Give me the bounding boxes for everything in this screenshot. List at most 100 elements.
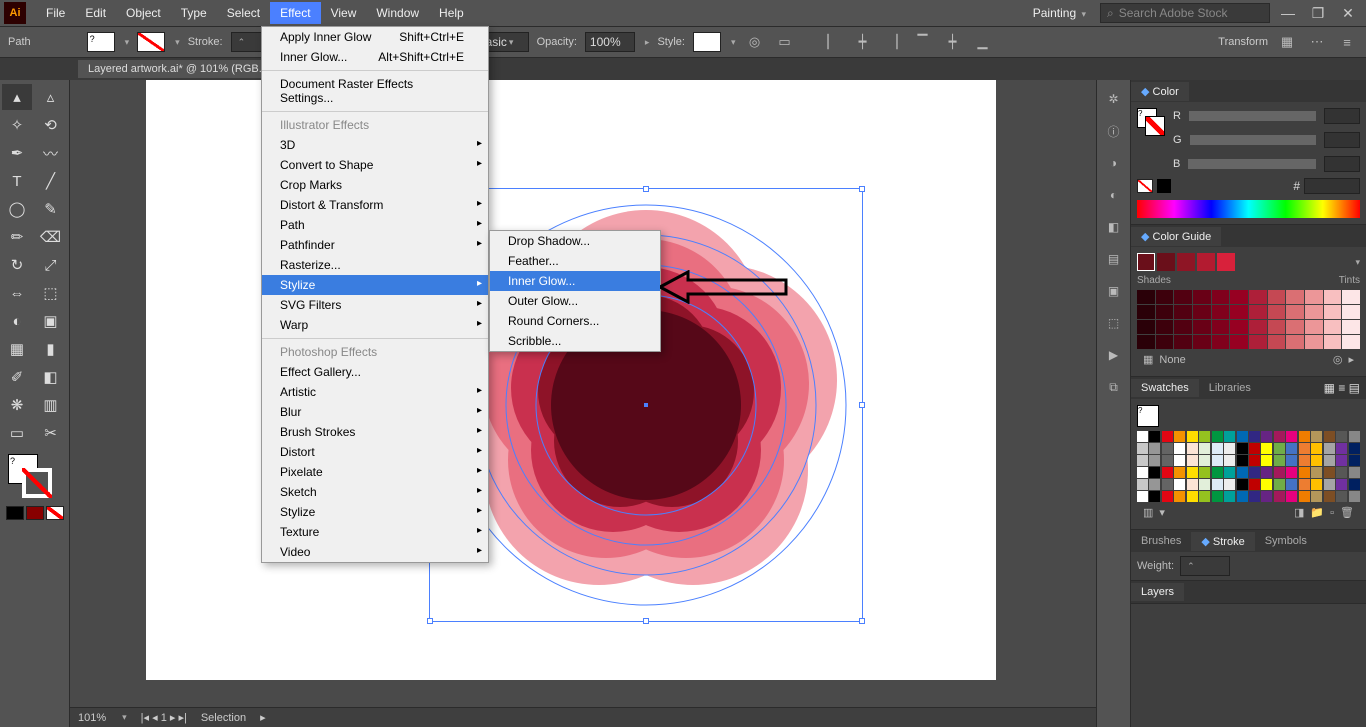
line-tool[interactable]: ╱: [36, 168, 66, 194]
window-close[interactable]: ✕: [1336, 4, 1360, 22]
effect-warp[interactable]: Warp: [262, 315, 488, 335]
tab-swatches[interactable]: Swatches: [1131, 379, 1199, 397]
eraser-tool[interactable]: ⌫: [36, 224, 66, 250]
mesh-tool[interactable]: ▦: [2, 336, 32, 362]
transform-panel-icon[interactable]: ⬚: [1103, 312, 1125, 334]
bw-btn[interactable]: [1157, 179, 1171, 193]
align-top-icon[interactable]: ▔: [912, 32, 934, 52]
effect-ps-artistic[interactable]: Artistic: [262, 382, 488, 402]
menu-last-effect[interactable]: Inner Glow...Alt+Shift+Ctrl+E: [262, 47, 488, 67]
stylize-feather-[interactable]: Feather...: [490, 251, 660, 271]
new-group-icon[interactable]: 📁: [1310, 506, 1324, 519]
zoom-level[interactable]: 101%: [78, 712, 106, 724]
tab-layers[interactable]: Layers: [1131, 583, 1184, 601]
b-value[interactable]: [1324, 156, 1360, 172]
transform-label[interactable]: Transform: [1218, 36, 1268, 48]
menu-object[interactable]: Object: [116, 2, 171, 24]
effect-distort-transform[interactable]: Distort & Transform: [262, 195, 488, 215]
hex-input[interactable]: [1304, 178, 1360, 194]
fill-swatch[interactable]: [87, 32, 115, 52]
edit-colors-icon[interactable]: ◎: [1333, 353, 1343, 366]
workspace-switcher[interactable]: Painting ▾: [1025, 3, 1094, 23]
effect-ps-stylize[interactable]: Stylize: [262, 502, 488, 522]
window-minimize[interactable]: —: [1276, 4, 1300, 22]
selection-tool[interactable]: ▴: [2, 84, 32, 110]
align-icon[interactable]: ▭: [774, 32, 796, 52]
canvas[interactable]: [70, 80, 1096, 727]
effect-convert-to-shape[interactable]: Convert to Shape: [262, 155, 488, 175]
pathfinder-panel-icon[interactable]: ▣: [1103, 280, 1125, 302]
tab-color-guide[interactable]: ◆ Color Guide: [1131, 227, 1221, 246]
panel-menu-icon[interactable]: ≡: [1336, 32, 1358, 52]
none-color-btn[interactable]: [1137, 179, 1153, 193]
stroke-swatch[interactable]: [137, 32, 165, 52]
tab-symbols[interactable]: Symbols: [1255, 532, 1317, 550]
slice-tool[interactable]: ✂: [36, 420, 66, 446]
swatch-menu-icon[interactable]: ▾: [1159, 506, 1165, 519]
effect-crop-marks[interactable]: Crop Marks: [262, 175, 488, 195]
actions-icon[interactable]: ▶: [1103, 344, 1125, 366]
effect-svg-filters[interactable]: SVG Filters: [262, 295, 488, 315]
effect-rasterize-[interactable]: Rasterize...: [262, 255, 488, 275]
swatch-grid[interactable]: [1137, 431, 1360, 502]
effect-ps-effect-gallery-[interactable]: Effect Gallery...: [262, 362, 488, 382]
magic-wand-tool[interactable]: ✧: [2, 112, 32, 138]
window-restore[interactable]: ❐: [1306, 4, 1330, 22]
gradient-mode-btn[interactable]: [26, 506, 44, 520]
scale-tool[interactable]: ⤢: [36, 252, 66, 278]
tab-stroke[interactable]: ◆ Stroke: [1191, 532, 1254, 551]
stylize-round-corners-[interactable]: Round Corners...: [490, 311, 660, 331]
r-slider[interactable]: [1189, 111, 1316, 121]
menu-effect[interactable]: Effect: [270, 2, 320, 24]
harmony-row[interactable]: ▾: [1137, 253, 1360, 271]
more-icon[interactable]: ⋯: [1306, 32, 1328, 52]
transparency-icon[interactable]: ◧: [1103, 216, 1125, 238]
effect-ps-blur[interactable]: Blur: [262, 402, 488, 422]
menu-window[interactable]: Window: [366, 2, 429, 24]
color-mode-btn[interactable]: [6, 506, 24, 520]
isolate-icon[interactable]: ▦: [1276, 32, 1298, 52]
align-vcenter-icon[interactable]: ┿: [942, 32, 964, 52]
type-tool[interactable]: T: [2, 168, 32, 194]
effect-ps-video[interactable]: Video: [262, 542, 488, 562]
ellipse-tool[interactable]: ◯: [2, 196, 32, 222]
weight-input[interactable]: ⌃: [1180, 556, 1230, 576]
menu-help[interactable]: Help: [429, 2, 474, 24]
color-spectrum[interactable]: [1137, 200, 1360, 218]
save-group-icon[interactable]: ▸: [1348, 353, 1354, 366]
menu-raster-settings[interactable]: Document Raster Effects Settings...: [262, 74, 488, 108]
none-mode-btn[interactable]: [46, 506, 64, 520]
eyedropper-tool[interactable]: ✐: [2, 364, 32, 390]
g-value[interactable]: [1324, 132, 1360, 148]
rotate-tool[interactable]: ↻: [2, 252, 32, 278]
properties-icon[interactable]: ✲: [1103, 88, 1125, 110]
effect-stylize[interactable]: Stylize: [262, 275, 488, 295]
column-graph-tool[interactable]: ▥: [36, 392, 66, 418]
effect-ps-pixelate[interactable]: Pixelate: [262, 462, 488, 482]
tab-color[interactable]: ◆ Color: [1131, 82, 1189, 101]
graphic-styles-icon[interactable]: ◐: [1103, 184, 1125, 206]
stylize-outer-glow-[interactable]: Outer Glow...: [490, 291, 660, 311]
status-play-icon[interactable]: ▸: [260, 711, 266, 724]
g-slider[interactable]: [1190, 135, 1316, 145]
menu-view[interactable]: View: [321, 2, 367, 24]
pen-tool[interactable]: ✒: [2, 140, 32, 166]
tab-libraries[interactable]: Libraries: [1199, 379, 1261, 397]
stylize-drop-shadow-[interactable]: Drop Shadow...: [490, 231, 660, 251]
swatch-libraries-icon[interactable]: ▥: [1143, 506, 1153, 519]
blend-tool[interactable]: ◧: [36, 364, 66, 390]
limit-icon[interactable]: ▦: [1143, 353, 1153, 366]
effect--d[interactable]: 3D: [262, 135, 488, 155]
stylize-inner-glow-[interactable]: Inner Glow...: [490, 271, 660, 291]
artboard-nav[interactable]: |◂ ◂ 1 ▸ ▸|: [141, 711, 187, 724]
pencil-tool[interactable]: ✏: [2, 224, 32, 250]
menu-select[interactable]: Select: [217, 2, 270, 24]
effect-pathfinder[interactable]: Pathfinder: [262, 235, 488, 255]
r-value[interactable]: [1324, 108, 1360, 124]
gradient-tool[interactable]: ▮: [36, 336, 66, 362]
tab-brushes[interactable]: Brushes: [1131, 532, 1191, 550]
align-right-icon[interactable]: ▕: [882, 32, 904, 52]
align-panel-icon[interactable]: ▤: [1103, 248, 1125, 270]
symbol-sprayer-tool[interactable]: ❋: [2, 392, 32, 418]
links-icon[interactable]: ⧉: [1103, 376, 1125, 398]
